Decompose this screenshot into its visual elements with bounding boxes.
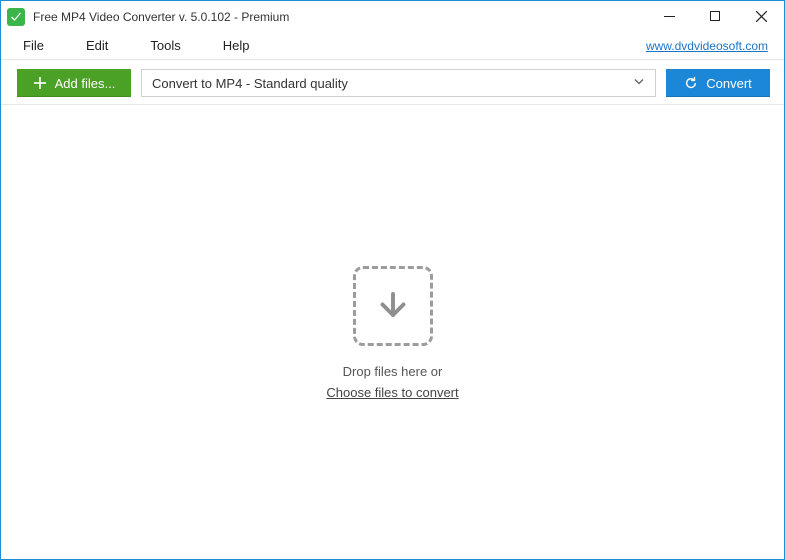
chevron-down-icon — [633, 76, 645, 91]
minimize-button[interactable] — [646, 1, 692, 31]
add-files-label: Add files... — [55, 76, 116, 91]
menu-file[interactable]: File — [13, 34, 54, 57]
convert-label: Convert — [706, 76, 752, 91]
convert-button[interactable]: Convert — [666, 69, 770, 97]
preset-dropdown[interactable]: Convert to MP4 - Standard quality — [141, 69, 656, 97]
add-files-button[interactable]: Add files... — [17, 69, 131, 97]
toolbar: Add files... Convert to MP4 - Standard q… — [1, 60, 784, 104]
menu-help[interactable]: Help — [213, 34, 260, 57]
app-icon — [7, 8, 25, 26]
menu-tools[interactable]: Tools — [140, 34, 190, 57]
window-controls — [646, 1, 784, 32]
preset-selected-label: Convert to MP4 - Standard quality — [152, 76, 348, 91]
plus-icon — [33, 76, 47, 90]
window-title: Free MP4 Video Converter v. 5.0.102 - Pr… — [33, 10, 289, 24]
choose-files-link[interactable]: Choose files to convert — [326, 385, 458, 400]
menu-edit[interactable]: Edit — [76, 34, 118, 57]
drop-hint: Drop files here or — [343, 364, 443, 379]
refresh-icon — [684, 76, 698, 90]
titlebar: Free MP4 Video Converter v. 5.0.102 - Pr… — [1, 1, 784, 32]
menubar: File Edit Tools Help www.dvdvideosoft.co… — [1, 32, 784, 60]
drop-box-icon — [353, 266, 433, 346]
close-button[interactable] — [738, 1, 784, 31]
drop-area[interactable]: Drop files here or Choose files to conve… — [1, 105, 784, 560]
site-link[interactable]: www.dvdvideosoft.com — [646, 39, 774, 53]
maximize-button[interactable] — [692, 1, 738, 31]
